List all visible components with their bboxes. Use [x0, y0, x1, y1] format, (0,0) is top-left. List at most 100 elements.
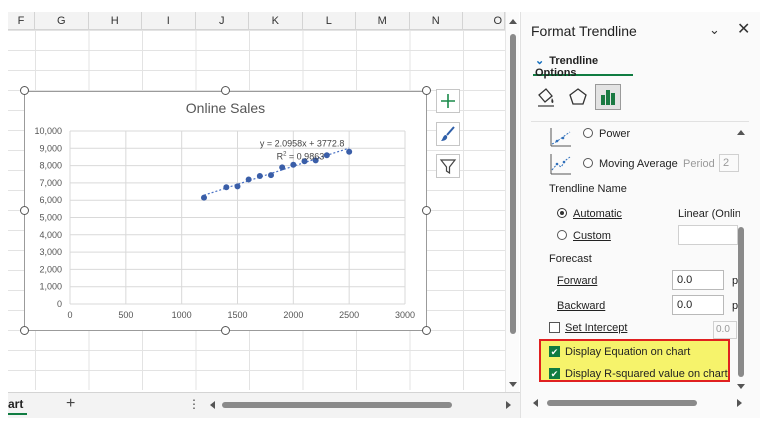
x-tick-label: 500 — [118, 310, 133, 320]
automatic-name-value: Linear (Online — [678, 208, 740, 220]
column-header-m[interactable]: M — [356, 12, 410, 30]
y-tick-label: 5,000 — [39, 213, 62, 223]
set-intercept-label: Set Intercept — [565, 322, 628, 334]
backward-input[interactable]: 0.0 — [672, 295, 724, 315]
chart-filters-button[interactable] — [436, 154, 460, 178]
display-equation-option[interactable]: ✔ Display Equation on chart — [549, 343, 690, 361]
column-header-n[interactable]: N — [410, 12, 463, 30]
resize-handle-bottom-left[interactable] — [20, 326, 29, 335]
scroll-right-arrow-icon[interactable] — [737, 399, 742, 407]
set-intercept-checkbox[interactable] — [549, 321, 560, 333]
chart-styles-button[interactable] — [436, 122, 460, 146]
scroll-thumb[interactable] — [222, 402, 452, 408]
trendline-name-heading: Trendline Name — [549, 183, 627, 195]
scroll-thumb[interactable] — [510, 34, 516, 334]
pane-title: Format Trendline — [531, 23, 637, 39]
scroll-up-arrow-icon[interactable] — [509, 19, 517, 24]
moving-average-option[interactable]: Moving Average — [583, 155, 678, 173]
chart-plot[interactable]: 0 1,000 2,000 3,000 4,000 5,000 6,000 7,000 8,00… — [25, 92, 428, 332]
scroll-thumb[interactable] — [547, 400, 697, 406]
column-header-j[interactable]: J — [196, 12, 249, 30]
display-r2-option[interactable]: ✔ Display R-squared value on chart — [549, 365, 728, 383]
resize-handle-bottom[interactable] — [221, 326, 230, 335]
chevron-down-icon[interactable]: ⌄ — [709, 22, 720, 38]
resize-handle-left[interactable] — [20, 206, 29, 215]
close-icon[interactable]: ✕ — [737, 19, 750, 39]
power-trend-icon — [549, 126, 573, 151]
pentagon-icon — [569, 88, 587, 105]
power-label: Power — [599, 128, 631, 140]
x-tick-label: 0 — [67, 310, 72, 320]
period-input[interactable]: 2 — [719, 154, 739, 172]
chart-area[interactable]: Online Sales 0 1,000 2,000 3,000 4,000 5,000 6… — [24, 91, 427, 331]
add-sheet-button[interactable]: + — [66, 395, 75, 413]
trendline-equation-label: y = 2.0958x + 3772.8 — [260, 139, 345, 149]
automatic-name-option[interactable]: Automatic — [557, 205, 622, 223]
scroll-up-arrow-icon[interactable] — [737, 130, 745, 135]
y-tick-label: 1,000 — [39, 282, 62, 292]
resize-handle-bottom-right[interactable] — [422, 326, 431, 335]
y-tick-label: 8,000 — [39, 161, 62, 171]
y-axis-tick-labels: 0 1,000 2,000 3,000 4,000 5,000 6,000 7,000 8,00… — [34, 126, 62, 309]
plus-icon — [441, 94, 455, 108]
tab-trendline-options[interactable]: ⌄ Trendline Options — [533, 54, 633, 79]
data-point — [234, 183, 241, 190]
x-tick-label: 3000 — [395, 310, 415, 320]
intercept-input[interactable]: 0.0 — [713, 321, 737, 339]
scroll-thumb[interactable] — [738, 227, 744, 377]
more-tabs-icon[interactable]: ⋮ — [188, 397, 200, 411]
custom-radio[interactable] — [557, 230, 567, 241]
resize-handle-top[interactable] — [221, 86, 230, 95]
custom-name-option[interactable]: Custom — [557, 227, 611, 245]
forward-input[interactable]: 0.0 — [672, 270, 724, 290]
moving-average-label: Moving Average — [599, 158, 678, 170]
column-header-f[interactable]: F — [8, 12, 35, 30]
scroll-right-arrow-icon[interactable] — [506, 401, 511, 409]
resize-handle-right[interactable] — [422, 206, 431, 215]
set-intercept-option[interactable]: Set Intercept — [549, 319, 627, 337]
sheet-tabs-bar: art + ⋮ — [8, 392, 520, 418]
data-point — [245, 176, 252, 183]
display-equation-checkbox[interactable]: ✔ — [549, 345, 560, 357]
column-header-o[interactable]: O — [463, 12, 505, 30]
column-header-g[interactable]: G — [35, 12, 89, 30]
format-trendline-pane: Format Trendline ⌄ ✕ ⌄ Trendline Options … — [520, 12, 760, 418]
data-point — [256, 172, 263, 179]
sheet-tab-chart[interactable]: art — [8, 393, 28, 415]
display-r2-checkbox[interactable]: ✔ — [549, 367, 560, 379]
column-header-l[interactable]: L — [303, 12, 356, 30]
y-tick-label: 2,000 — [39, 264, 62, 274]
data-point — [223, 184, 230, 191]
automatic-radio[interactable] — [557, 208, 567, 219]
forward-label: Forward — [557, 275, 598, 287]
data-point — [290, 161, 297, 168]
sheet-horizontal-scrollbar[interactable] — [208, 399, 513, 411]
column-header-h[interactable]: H — [89, 12, 142, 30]
power-option[interactable]: Power — [583, 125, 630, 143]
chart-gridlines — [69, 130, 406, 305]
y-tick-label: 4,000 — [39, 230, 62, 240]
moving-average-trend-icon — [549, 152, 573, 179]
scroll-left-arrow-icon[interactable] — [210, 401, 215, 409]
x-tick-label: 1500 — [227, 310, 247, 320]
fill-line-category-button[interactable] — [533, 84, 559, 110]
column-header-i[interactable]: I — [142, 12, 196, 30]
power-radio[interactable] — [583, 128, 593, 139]
resize-handle-top-left[interactable] — [20, 86, 29, 95]
scroll-left-arrow-icon[interactable] — [533, 399, 538, 407]
tab-label: Trendline Options — [535, 55, 599, 79]
scroll-down-arrow-icon[interactable] — [737, 384, 745, 389]
effects-category-button[interactable] — [565, 84, 591, 110]
trendline-options-category-button[interactable] — [595, 84, 621, 110]
sheet-vertical-scrollbar[interactable] — [505, 12, 519, 392]
custom-name-input[interactable] — [678, 225, 738, 245]
x-axis-tick-labels: 0 500 1000 1500 2000 2500 3000 — [67, 310, 415, 320]
resize-handle-top-right[interactable] — [422, 86, 431, 95]
chart-elements-button[interactable] — [436, 89, 460, 113]
paint-bucket-icon — [538, 88, 554, 107]
data-point — [201, 194, 207, 201]
scroll-down-arrow-icon[interactable] — [509, 382, 517, 387]
column-header-k[interactable]: K — [249, 12, 303, 30]
x-tick-label: 1000 — [172, 310, 192, 320]
moving-average-radio[interactable] — [583, 158, 593, 169]
